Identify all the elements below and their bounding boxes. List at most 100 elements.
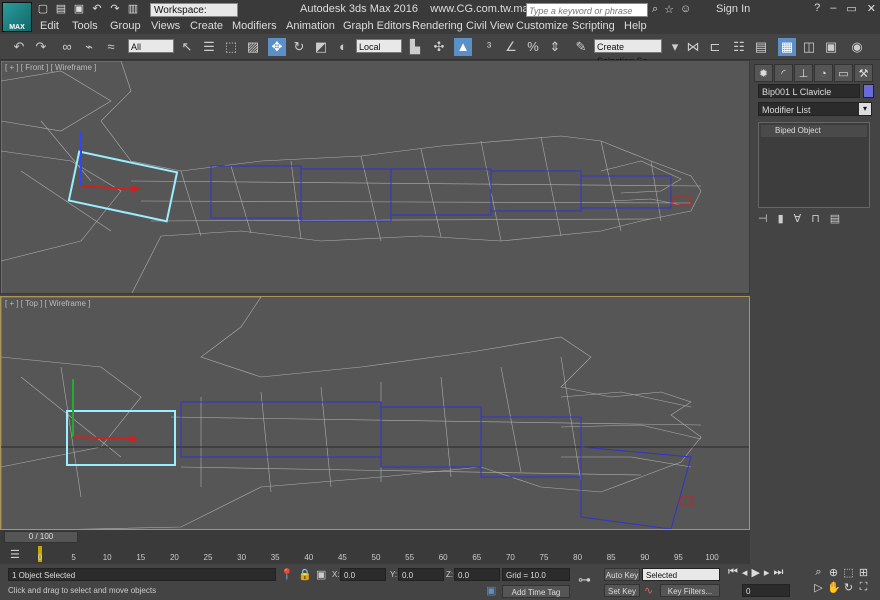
curve-editor-icon[interactable]: ▦: [778, 38, 796, 56]
search-input[interactable]: Type a keyword or phrase: [526, 3, 648, 17]
track-bar[interactable]: ☰ 0 5 10 15 20 25 30 35 40 45 50 55 60 65 70 75 80 85 90 95…: [0, 544, 750, 564]
menu-animation[interactable]: Animation: [286, 20, 335, 32]
object-name-field[interactable]: Bip001 L Clavicle: [758, 84, 860, 98]
pan-icon[interactable]: ✋: [827, 581, 841, 594]
open-file-icon[interactable]: ▤: [54, 2, 68, 16]
keyboard-shortcut-override-icon[interactable]: ▲: [454, 38, 472, 56]
menu-edit[interactable]: Edit: [40, 20, 59, 32]
menu-group[interactable]: Group: [110, 20, 141, 32]
schematic-view-icon[interactable]: ◫: [800, 38, 818, 56]
go-to-start-icon[interactable]: ⏮: [728, 566, 738, 579]
zoom-icon[interactable]: ⌕: [812, 566, 825, 579]
hierarchy-tab-icon[interactable]: ⊥: [794, 64, 813, 82]
front-viewport[interactable]: [ + ] [ Front ] [ Wireframe ]: [0, 60, 750, 294]
mirror-icon[interactable]: ⋈: [684, 38, 702, 56]
top-viewport[interactable]: [ + ] [ Top ] [ Wireframe ]: [0, 296, 750, 530]
select-and-scale-icon[interactable]: ◩: [312, 38, 330, 56]
menu-help[interactable]: Help: [624, 20, 647, 32]
named-selection-set-input[interactable]: Create Selection Se: [594, 39, 662, 66]
spinner-snap-icon[interactable]: ⇕: [546, 38, 564, 56]
pin-stack-icon[interactable]: ⊣: [758, 212, 768, 225]
bind-space-warp-icon[interactable]: ≈: [102, 38, 120, 56]
remove-modifier-icon[interactable]: ⊓: [811, 212, 820, 225]
chevron-down-icon[interactable]: ▾: [859, 103, 871, 115]
y-coordinate-field[interactable]: 0.0: [398, 568, 444, 581]
binoculars-icon[interactable]: ⌕: [652, 3, 658, 16]
utilities-tab-icon[interactable]: ⚒: [854, 64, 873, 82]
select-and-move-icon[interactable]: ✥: [268, 38, 286, 56]
star-icon[interactable]: ☆: [664, 3, 674, 16]
align-icon[interactable]: ⊏: [706, 38, 724, 56]
absolute-mode-icon[interactable]: ▣: [316, 568, 326, 581]
set-keys-icon[interactable]: ∿: [644, 584, 653, 597]
edit-named-selection-icon[interactable]: ✎: [572, 38, 590, 56]
select-and-rotate-icon[interactable]: ↻: [290, 38, 308, 56]
selection-filter-dropdown[interactable]: All: [128, 39, 174, 53]
next-frame-icon[interactable]: ▸: [764, 566, 770, 579]
go-to-end-icon[interactable]: ⏭: [773, 566, 783, 579]
maximize-icon[interactable]: ▭: [846, 2, 856, 15]
app-logo[interactable]: MAX: [2, 2, 32, 32]
set-key-button[interactable]: Set Key: [604, 584, 640, 597]
rectangular-selection-icon[interactable]: ⬚: [222, 38, 240, 56]
pin-icon[interactable]: 📍: [280, 568, 294, 581]
person-icon[interactable]: ☺: [680, 3, 691, 16]
snaps-toggle-icon[interactable]: ³: [480, 38, 498, 56]
z-coordinate-field[interactable]: 0.0: [454, 568, 500, 581]
create-tab-icon[interactable]: ✹: [754, 64, 773, 82]
menu-graph-editors[interactable]: Graph Editors: [343, 20, 411, 32]
auto-key-button[interactable]: Auto Key: [604, 568, 640, 581]
menu-civil-view[interactable]: Civil View: [466, 20, 513, 32]
display-tab-icon[interactable]: ▭: [834, 64, 853, 82]
field-of-view-icon[interactable]: ▷: [812, 581, 825, 594]
menu-views[interactable]: Views: [151, 20, 180, 32]
show-end-result-icon[interactable]: ▮: [778, 212, 784, 225]
angle-snap-icon[interactable]: ∠: [502, 38, 520, 56]
close-icon[interactable]: ✕: [867, 2, 876, 15]
maximize-viewport-icon[interactable]: ⛶: [857, 581, 870, 594]
zoom-extents-all-icon[interactable]: ⊞: [857, 566, 870, 579]
render-setup-icon[interactable]: ◉: [848, 38, 866, 56]
time-slider[interactable]: 0 / 100: [4, 531, 78, 543]
mini-curve-editor-icon[interactable]: ☰: [10, 548, 20, 561]
percent-snap-icon[interactable]: %: [524, 38, 542, 56]
toggle-ribbon-icon[interactable]: ▤: [752, 38, 770, 56]
undo-icon[interactable]: ↶: [90, 2, 104, 16]
reference-coordinate-dropdown[interactable]: Local: [356, 39, 402, 53]
manipulate-icon[interactable]: ✣: [430, 38, 448, 56]
menu-customize[interactable]: Customize: [516, 20, 568, 32]
zoom-extents-icon[interactable]: ⬚: [842, 566, 855, 579]
select-object-icon[interactable]: ↖: [178, 38, 196, 56]
select-by-name-icon[interactable]: ☰: [200, 38, 218, 56]
configure-sets-icon[interactable]: ▤: [830, 212, 840, 225]
x-coordinate-field[interactable]: 0.0: [340, 568, 386, 581]
menu-modifiers[interactable]: Modifiers: [232, 20, 277, 32]
menu-create[interactable]: Create: [190, 20, 223, 32]
sign-in-link[interactable]: Sign In: [716, 3, 750, 15]
project-folder-icon[interactable]: ▥: [126, 2, 140, 16]
lock-icon[interactable]: 🔒: [298, 568, 312, 581]
menu-tools[interactable]: Tools: [72, 20, 98, 32]
unlink-icon[interactable]: ⌁: [80, 38, 98, 56]
key-icon[interactable]: ⊶: [578, 572, 591, 588]
named-selection-dropdown-icon[interactable]: ▾: [666, 38, 684, 56]
orbit-icon[interactable]: ↻: [842, 581, 855, 594]
key-mode-dropdown[interactable]: Selected: [642, 568, 720, 581]
menu-rendering[interactable]: Rendering: [412, 20, 463, 32]
time-tag-icon[interactable]: ▣: [486, 584, 496, 597]
pivot-center-icon[interactable]: ▙: [406, 38, 424, 56]
help-icon[interactable]: ?: [814, 2, 820, 15]
modifier-list-dropdown[interactable]: Modifier List ▾: [758, 102, 872, 116]
minimize-icon[interactable]: –: [830, 2, 836, 15]
previous-frame-icon[interactable]: ◂: [742, 566, 748, 579]
new-file-icon[interactable]: ▢: [36, 2, 50, 16]
redo-icon[interactable]: ↷: [32, 38, 50, 56]
layer-explorer-icon[interactable]: ☷: [730, 38, 748, 56]
make-unique-icon[interactable]: ∀: [794, 212, 802, 225]
window-crossing-icon[interactable]: ▨: [244, 38, 262, 56]
material-editor-icon[interactable]: ▣: [822, 38, 840, 56]
redo-icon[interactable]: ↷: [108, 2, 122, 16]
workspace-dropdown[interactable]: Workspace: Default: [150, 3, 238, 30]
top-viewport-label[interactable]: [ + ] [ Top ] [ Wireframe ]: [5, 299, 90, 308]
link-icon[interactable]: ∞: [58, 38, 76, 56]
